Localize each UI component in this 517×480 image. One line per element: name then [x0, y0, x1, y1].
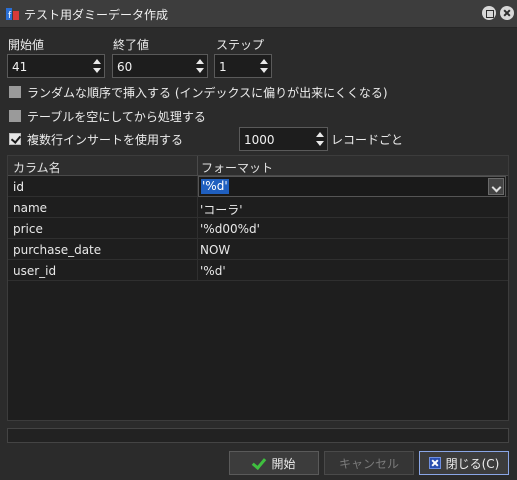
records-per-insert-input[interactable]: 1000 — [244, 133, 275, 147]
app-logo-icon: f — [6, 8, 19, 21]
column-name-cell: user_id — [13, 264, 57, 278]
start-value-input[interactable]: 41 — [12, 60, 27, 74]
cancel-button[interactable]: キャンセル — [324, 451, 414, 475]
spinner-arrows-icon[interactable] — [90, 55, 104, 77]
start-button-label: 開始 — [271, 456, 296, 471]
spinner-arrows-icon[interactable] — [193, 55, 207, 77]
end-value-label: 終了値 — [113, 38, 150, 52]
format-cell[interactable]: '%d00%d' — [200, 222, 260, 236]
step-input[interactable]: 1 — [219, 60, 227, 74]
close-button[interactable]: 閉じる(C) — [419, 451, 509, 475]
column-name-cell: price — [13, 222, 43, 236]
format-cell[interactable]: NOW — [200, 243, 230, 257]
spinner-arrows-icon[interactable] — [257, 55, 271, 77]
title-bar[interactable]: f テスト用ダミーデータ作成 — [0, 0, 517, 28]
column-name-header[interactable]: カラム名 — [13, 159, 61, 176]
close-x-icon — [428, 457, 441, 469]
column-name-cell: id — [13, 180, 24, 194]
format-cell-selected-text[interactable]: '%d' — [201, 179, 229, 194]
records-per-insert-spinner[interactable]: 1000 — [239, 127, 328, 151]
table-row[interactable]: user_id '%d' — [8, 260, 508, 281]
random-order-label[interactable]: ランダムな順序で挿入する (インデックスに偏りが出来にくくなる) — [27, 84, 388, 101]
column-format-grid[interactable]: カラム名 フォーマット id '%d' name 'コーラ' price '%d… — [7, 155, 509, 421]
table-row[interactable]: id '%d' — [8, 176, 508, 197]
random-order-checkbox[interactable] — [9, 86, 21, 98]
progress-bar — [7, 428, 509, 443]
format-header[interactable]: フォーマット — [201, 159, 273, 176]
multi-insert-checkbox[interactable] — [9, 133, 21, 145]
cancel-button-label: キャンセル — [338, 456, 399, 471]
truncate-checkbox[interactable] — [9, 110, 21, 122]
format-cell[interactable]: '%d' — [200, 264, 226, 278]
end-value-spinner[interactable]: 60 — [112, 54, 208, 78]
start-button[interactable]: 開始 — [229, 451, 319, 475]
format-cell[interactable]: 'コーラ' — [200, 201, 243, 218]
window-title: テスト用ダミーデータ作成 — [24, 8, 169, 22]
spinner-arrows-icon[interactable] — [313, 128, 327, 150]
grid-header: カラム名 フォーマット — [8, 156, 508, 176]
format-editor[interactable]: '%d' — [198, 176, 506, 197]
start-value-spinner[interactable]: 41 — [7, 54, 105, 78]
start-value-label: 開始値 — [8, 38, 45, 52]
table-row[interactable]: price '%d00%d' — [8, 218, 508, 239]
table-row[interactable]: name 'コーラ' — [8, 197, 508, 218]
check-icon — [252, 457, 266, 469]
step-label: ステップ — [216, 38, 265, 52]
truncate-label[interactable]: テーブルを空にしてから処理する — [27, 108, 206, 125]
table-row[interactable]: purchase_date NOW — [8, 239, 508, 260]
column-name-cell: name — [13, 201, 48, 215]
chevron-down-icon[interactable] — [488, 178, 504, 195]
restore-icon[interactable] — [482, 6, 496, 20]
close-icon[interactable] — [500, 6, 514, 20]
multi-insert-label[interactable]: 複数行インサートを使用する — [27, 131, 183, 148]
close-button-label: 閉じる(C) — [445, 456, 500, 471]
end-value-input[interactable]: 60 — [117, 60, 132, 74]
column-name-cell: purchase_date — [13, 243, 102, 257]
records-per-insert-label: レコードごと — [331, 133, 404, 147]
step-spinner[interactable]: 1 — [214, 54, 272, 78]
